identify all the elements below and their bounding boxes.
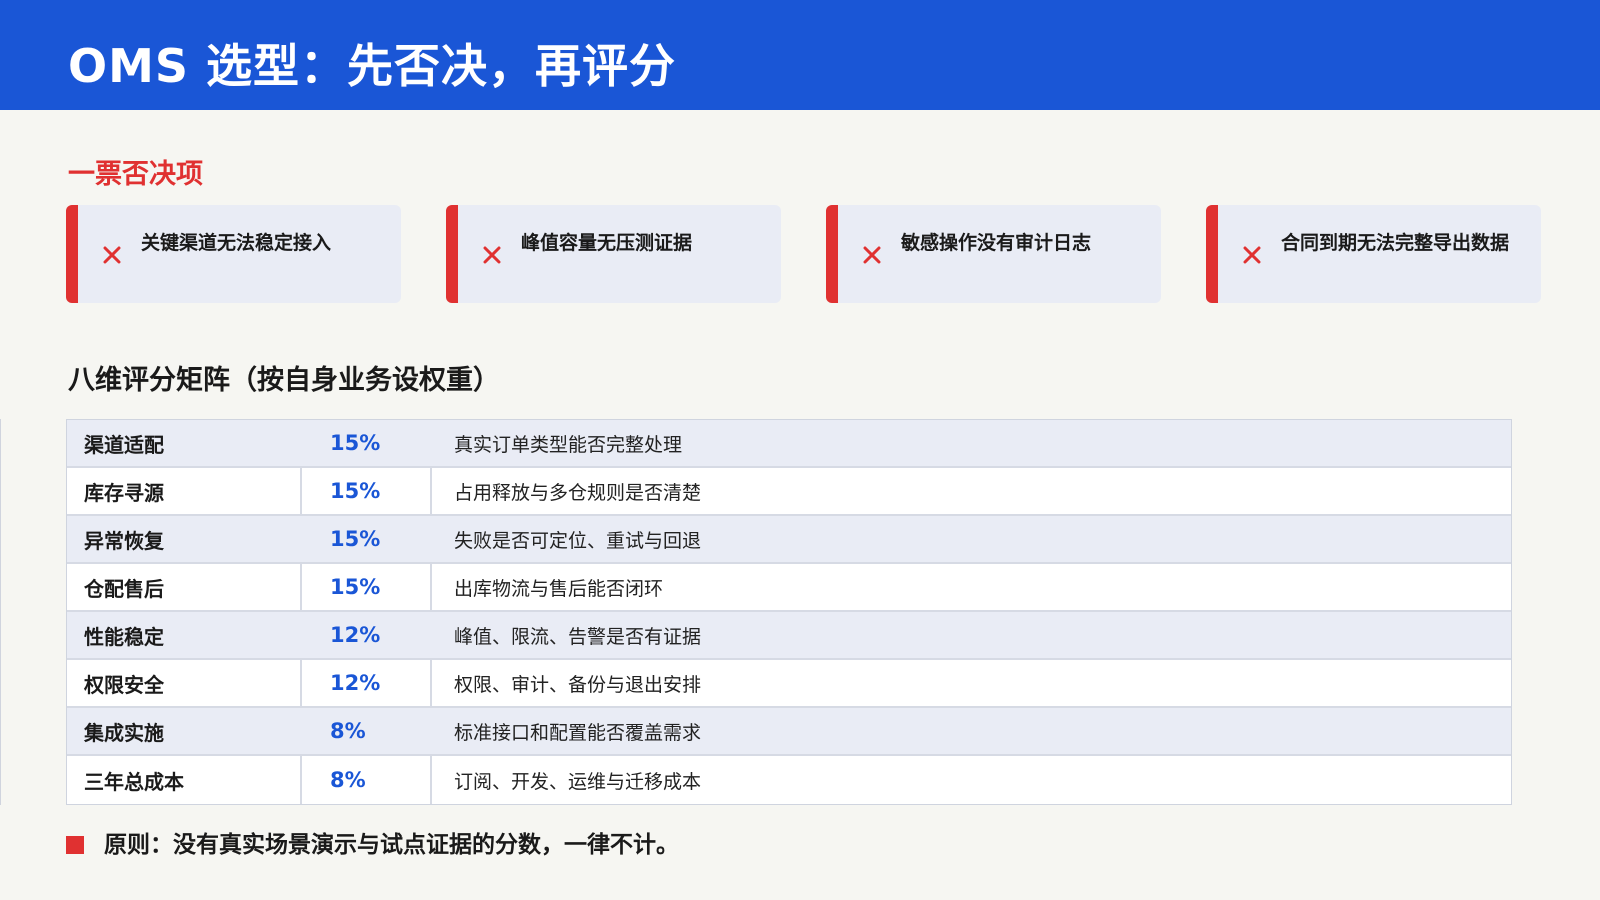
- table-row: 异常恢复 15% 失败是否可定位、重试与回退: [67, 516, 1511, 564]
- weight-cell: 15%: [330, 431, 381, 455]
- table-row: 集成实施 8% 标准接口和配置能否覆盖需求: [67, 708, 1511, 756]
- dimension-cell: 集成实施: [84, 720, 164, 745]
- weight-cell: 12%: [330, 623, 381, 647]
- table-row: 渠道适配 15% 真实订单类型能否完整处理: [67, 420, 1511, 468]
- dimension-cell: 三年总成本: [67, 756, 302, 804]
- dimension-cell: 异常恢复: [84, 528, 164, 553]
- weight-cell: 15%: [330, 527, 381, 551]
- dimension-cell: 库存寻源: [67, 468, 302, 514]
- page-title: OMS 选型：先否决，再评分: [68, 39, 677, 93]
- veto-card-label: 峰值容量无压测证据: [521, 232, 693, 254]
- veto-card-channel: 关键渠道无法稳定接入: [66, 205, 401, 303]
- veto-card-label: 敏感操作没有审计日志: [901, 232, 1092, 254]
- description-cell: 标准接口和配置能否覆盖需求: [454, 721, 702, 744]
- description-cell: 权限、审计、备份与退出安排: [454, 673, 702, 696]
- veto-card-accent-bar: [826, 205, 838, 303]
- dimension-cell: 仓配售后: [67, 564, 302, 610]
- x-icon: [103, 246, 121, 264]
- veto-card-capacity: 峰值容量无压测证据: [446, 205, 781, 303]
- veto-card-label: 合同到期无法完整导出数据: [1281, 232, 1510, 254]
- weight-cell: 15%: [302, 564, 432, 610]
- dimension-cell: 渠道适配: [84, 432, 164, 457]
- veto-card-accent-bar: [66, 205, 78, 303]
- veto-card-audit-log: 敏感操作没有审计日志: [826, 205, 1161, 303]
- weight-cell: 15%: [302, 468, 432, 514]
- veto-card-accent-bar: [446, 205, 458, 303]
- description-cell: 峰值、限流、告警是否有证据: [454, 625, 702, 648]
- x-icon: [863, 246, 881, 264]
- divider: [0, 419, 1, 805]
- table-row: 权限安全 12% 权限、审计、备份与退出安排: [67, 660, 1511, 708]
- veto-card-data-export: 合同到期无法完整导出数据: [1206, 205, 1541, 303]
- matrix-section-heading: 八维评分矩阵（按自身业务设权重）: [68, 365, 500, 396]
- weight-cell: 12%: [302, 660, 432, 706]
- description-cell: 失败是否可定位、重试与回退: [454, 529, 702, 552]
- description-cell: 占用释放与多仓规则是否清楚: [454, 481, 702, 504]
- dimension-cell: 性能稳定: [84, 624, 164, 649]
- description-cell: 订阅、开发、运维与迁移成本: [454, 770, 702, 793]
- description-cell: 真实订单类型能否完整处理: [454, 433, 683, 456]
- table-row: 仓配售后 15% 出库物流与售后能否闭环: [67, 564, 1511, 612]
- x-icon: [483, 246, 501, 264]
- veto-section-heading: 一票否决项: [68, 159, 203, 190]
- principle-bullet-icon: [66, 836, 84, 854]
- title-banner: OMS 选型：先否决，再评分: [0, 0, 1600, 110]
- table-row: 三年总成本 8% 订阅、开发、运维与迁移成本: [67, 756, 1511, 804]
- dimension-cell: 权限安全: [67, 660, 302, 706]
- principle-note: 原则：没有真实场景演示与试点证据的分数，一律不计。: [104, 832, 679, 858]
- scoring-matrix-table: 渠道适配 15% 真实订单类型能否完整处理 库存寻源 15% 占用释放与多仓规则…: [66, 419, 1512, 805]
- veto-card-accent-bar: [1206, 205, 1218, 303]
- weight-cell: 8%: [330, 719, 366, 743]
- table-row: 库存寻源 15% 占用释放与多仓规则是否清楚: [67, 468, 1511, 516]
- weight-cell: 8%: [302, 756, 432, 804]
- table-row: 性能稳定 12% 峰值、限流、告警是否有证据: [67, 612, 1511, 660]
- x-icon: [1243, 246, 1261, 264]
- veto-card-label: 关键渠道无法稳定接入: [141, 232, 332, 254]
- description-cell: 出库物流与售后能否闭环: [454, 577, 664, 600]
